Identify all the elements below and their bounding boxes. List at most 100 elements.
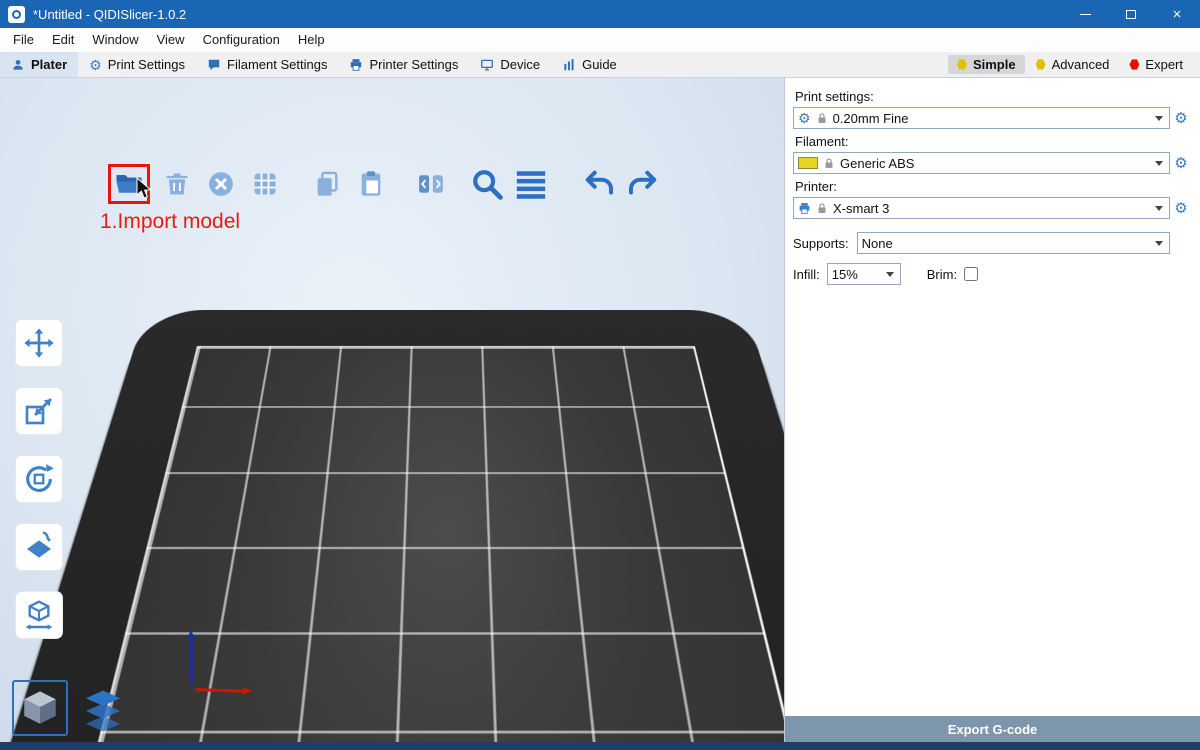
gear-icon: ⚙	[798, 111, 811, 125]
undo-button[interactable]	[582, 167, 616, 201]
tab-printer-settings-label: Printer Settings	[369, 57, 458, 72]
scale-icon	[23, 395, 55, 427]
settings-sidebar: Print settings: ⚙ 0.20mm Fine ⚙ Filament…	[784, 78, 1200, 742]
move-icon	[23, 327, 55, 359]
search-icon	[470, 166, 504, 202]
menu-view[interactable]: View	[148, 28, 194, 52]
filament-edit-button[interactable]: ⚙	[1170, 154, 1192, 172]
menu-window[interactable]: Window	[83, 28, 147, 52]
printer-edit-button[interactable]: ⚙	[1170, 199, 1192, 217]
menubar: File Edit Window View Configuration Help	[0, 28, 1200, 52]
tab-print-settings-label: Print Settings	[108, 57, 185, 72]
object-toolbar	[108, 164, 660, 204]
status-bar	[0, 742, 1200, 750]
redo-icon	[626, 165, 660, 203]
supports-combo[interactable]: None	[857, 232, 1170, 254]
measure-button[interactable]	[16, 592, 62, 638]
app-window: *Untitled - QIDISlicer-1.0.2 × File Edit…	[0, 0, 1200, 750]
lock-icon	[816, 112, 828, 125]
expert-mode-dot-icon	[1129, 59, 1139, 70]
gizmo-toolbar	[16, 320, 62, 638]
tabbar: Plater ⚙ Print Settings Filament Setting…	[0, 52, 1200, 78]
chevron-down-icon	[1155, 206, 1163, 215]
arrange-button[interactable]	[248, 167, 282, 201]
viewport-3d[interactable]: 1.Import model	[0, 78, 784, 742]
minimize-button[interactable]	[1062, 0, 1108, 28]
printer-label: Printer:	[795, 179, 1192, 194]
printer-icon	[349, 58, 363, 72]
3d-view-button[interactable]	[12, 680, 68, 736]
rotate-icon	[22, 462, 56, 496]
printer-value: X-smart 3	[833, 201, 1150, 216]
delete-all-button[interactable]	[204, 167, 238, 201]
menu-file[interactable]: File	[4, 28, 43, 52]
menu-configuration[interactable]: Configuration	[194, 28, 289, 52]
split-objects-icon	[416, 169, 446, 199]
split-objects-button[interactable]	[414, 167, 448, 201]
variable-layer-height-icon	[514, 167, 548, 201]
paste-button[interactable]	[354, 167, 388, 201]
variable-layer-height-button[interactable]	[514, 167, 548, 201]
printer-icon	[798, 202, 811, 215]
brim-checkbox[interactable]	[964, 267, 978, 281]
3d-view-cube-icon	[19, 686, 61, 730]
delete-button[interactable]	[160, 167, 194, 201]
tab-filament-settings[interactable]: Filament Settings	[196, 52, 338, 77]
scale-button[interactable]	[16, 388, 62, 434]
menu-edit[interactable]: Edit	[43, 28, 83, 52]
infill-label: Infill:	[793, 267, 820, 282]
chevron-down-icon	[1155, 241, 1163, 250]
print-bed[interactable]	[118, 300, 778, 742]
mode-simple[interactable]: Simple	[948, 55, 1025, 74]
chevron-down-icon	[1155, 116, 1163, 125]
tab-device-label: Device	[500, 57, 540, 72]
printer-combo[interactable]: X-smart 3	[793, 197, 1170, 219]
tab-plater-label: Plater	[31, 57, 67, 72]
window-controls: ×	[1062, 0, 1200, 28]
supports-value: None	[862, 236, 1150, 251]
maximize-button[interactable]	[1108, 0, 1154, 28]
search-button[interactable]	[470, 167, 504, 201]
rotate-button[interactable]	[16, 456, 62, 502]
mode-switcher: Simple Advanced Expert	[948, 52, 1200, 77]
lock-icon	[816, 202, 828, 215]
redo-button[interactable]	[626, 167, 660, 201]
mode-expert-label: Expert	[1145, 57, 1183, 72]
delete-all-icon	[206, 169, 236, 199]
paste-icon	[357, 170, 385, 198]
undo-icon	[582, 165, 616, 203]
print-settings-value: 0.20mm Fine	[833, 111, 1150, 126]
mode-expert[interactable]: Expert	[1120, 55, 1192, 74]
plater-icon	[11, 58, 25, 72]
view-switcher	[12, 680, 126, 736]
infill-combo[interactable]: 15%	[827, 263, 901, 285]
filament-icon	[207, 58, 221, 72]
tab-guide-label: Guide	[582, 57, 617, 72]
move-button[interactable]	[16, 320, 62, 366]
print-bed-plate	[0, 310, 784, 742]
guide-icon	[562, 58, 576, 72]
menu-help[interactable]: Help	[289, 28, 334, 52]
import-annotation: 1.Import model	[100, 210, 240, 234]
print-settings-edit-button[interactable]: ⚙	[1170, 109, 1192, 127]
copy-button[interactable]	[310, 167, 344, 201]
chevron-down-icon	[1155, 161, 1163, 170]
mode-advanced-label: Advanced	[1052, 57, 1110, 72]
measure-icon	[23, 599, 55, 631]
brim-label: Brim:	[927, 267, 957, 282]
close-button[interactable]: ×	[1154, 0, 1200, 28]
window-title: *Untitled - QIDISlicer-1.0.2	[33, 7, 186, 22]
export-gcode-button[interactable]: Export G-code	[785, 716, 1200, 742]
simple-mode-dot-icon	[957, 59, 967, 70]
filament-combo[interactable]: Generic ABS	[793, 152, 1170, 174]
tab-printer-settings[interactable]: Printer Settings	[338, 52, 469, 77]
print-settings-combo[interactable]: ⚙ 0.20mm Fine	[793, 107, 1170, 129]
tab-plater[interactable]: Plater	[0, 52, 78, 77]
tab-guide[interactable]: Guide	[551, 52, 628, 77]
place-on-face-button[interactable]	[16, 524, 62, 570]
layers-view-button[interactable]	[80, 686, 126, 736]
advanced-mode-dot-icon	[1036, 59, 1046, 70]
tab-device[interactable]: Device	[469, 52, 551, 77]
tab-print-settings[interactable]: ⚙ Print Settings	[78, 52, 196, 77]
mode-advanced[interactable]: Advanced	[1027, 55, 1119, 74]
